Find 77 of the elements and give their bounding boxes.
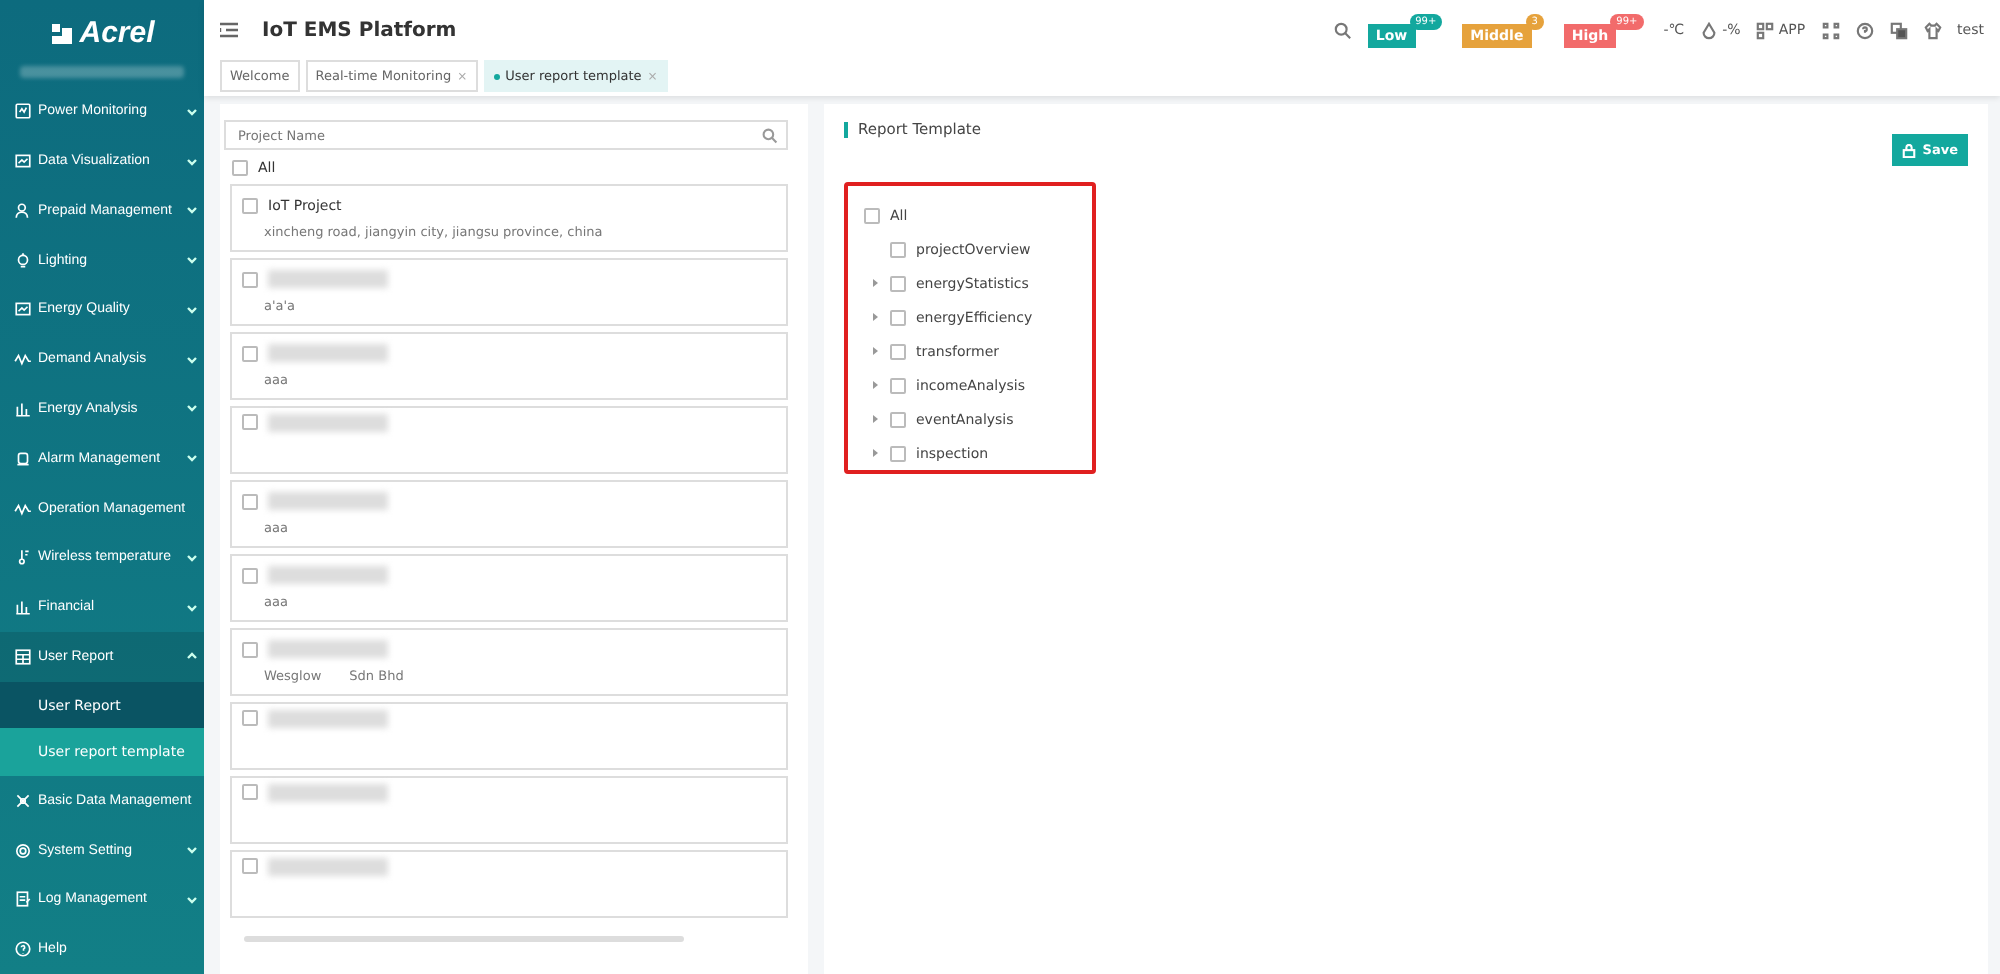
expand-arrow-icon[interactable]	[870, 278, 880, 288]
chevron-down-icon	[186, 551, 198, 564]
platform-title: IoT EMS Platform	[262, 19, 457, 41]
cross-icon	[14, 791, 32, 810]
checkbox[interactable]	[890, 275, 906, 291]
shirt-icon[interactable]	[1923, 21, 1942, 39]
checkbox[interactable]	[242, 567, 258, 583]
chevron-down-icon	[186, 353, 198, 366]
expand-arrow-icon[interactable]	[870, 414, 880, 424]
expand-arrow-icon[interactable]	[870, 346, 880, 356]
chevron-down-icon	[186, 844, 198, 857]
checkbox[interactable]	[242, 784, 258, 800]
help-icon	[14, 940, 32, 959]
checkbox[interactable]	[890, 241, 906, 257]
thermometer-icon	[14, 548, 32, 567]
logo-icon	[49, 21, 74, 46]
document-icon	[14, 890, 32, 909]
droplet-icon	[1700, 21, 1719, 39]
checkbox[interactable]	[890, 411, 906, 427]
expand-arrow-icon[interactable]	[870, 448, 880, 458]
chevron-down-icon	[186, 893, 198, 906]
checkbox[interactable]	[242, 414, 258, 430]
checkbox[interactable]	[232, 159, 248, 175]
chevron-down-icon	[186, 601, 198, 614]
wave-icon	[14, 499, 32, 517]
chevron-down-icon	[186, 452, 198, 465]
redacted-name	[268, 709, 388, 727]
redacted-name	[268, 783, 388, 801]
redacted-name	[268, 492, 388, 510]
project-card[interactable]	[230, 850, 788, 918]
lock-icon	[1902, 143, 1917, 157]
redacted-name	[268, 413, 388, 431]
person-icon	[14, 201, 32, 220]
qr-icon	[1756, 21, 1775, 39]
table-icon	[14, 647, 32, 666]
brand-logo: Acrel	[79, 16, 155, 51]
chevron-down-icon	[186, 254, 198, 267]
checkbox[interactable]	[890, 445, 906, 461]
chevron-down-icon	[186, 204, 198, 217]
checkbox[interactable]	[242, 197, 258, 213]
redacted-name	[268, 640, 388, 658]
help-icon[interactable]	[1855, 21, 1874, 39]
checkbox[interactable]	[890, 343, 906, 359]
wave-icon	[14, 350, 32, 369]
redacted-name	[268, 344, 388, 362]
chevron-down-icon	[186, 155, 198, 168]
chevron-up-icon	[186, 650, 198, 663]
chart-icon	[14, 300, 32, 319]
bar-chart-icon	[14, 399, 32, 418]
checkbox[interactable]	[890, 377, 906, 393]
chevron-down-icon	[186, 105, 198, 118]
redacted-name	[268, 566, 388, 584]
search-icon[interactable]	[762, 127, 778, 143]
redacted-name	[268, 270, 388, 288]
chevron-down-icon	[186, 402, 198, 415]
project-card[interactable]	[230, 406, 788, 474]
chart-icon	[14, 152, 32, 171]
expand-arrow-icon[interactable]	[870, 312, 880, 322]
project-card[interactable]	[230, 776, 788, 844]
checkbox[interactable]	[242, 345, 258, 361]
bulb-icon	[14, 251, 32, 270]
monitor-icon	[14, 102, 32, 121]
chevron-down-icon	[186, 303, 198, 316]
checkbox[interactable]	[864, 207, 880, 223]
checkbox[interactable]	[890, 309, 906, 325]
checkbox[interactable]	[242, 858, 258, 874]
search-icon[interactable]	[1333, 21, 1352, 39]
expand-arrow-icon[interactable]	[870, 380, 880, 390]
redacted-name	[268, 857, 388, 875]
checkbox[interactable]	[242, 493, 258, 509]
settings-icon	[14, 841, 32, 860]
menu-icon[interactable]	[220, 22, 238, 38]
checkbox[interactable]	[242, 641, 258, 657]
bar-chart-icon	[14, 598, 32, 617]
checkbox[interactable]	[242, 271, 258, 287]
checkbox[interactable]	[242, 710, 258, 726]
project-card[interactable]	[230, 702, 788, 770]
